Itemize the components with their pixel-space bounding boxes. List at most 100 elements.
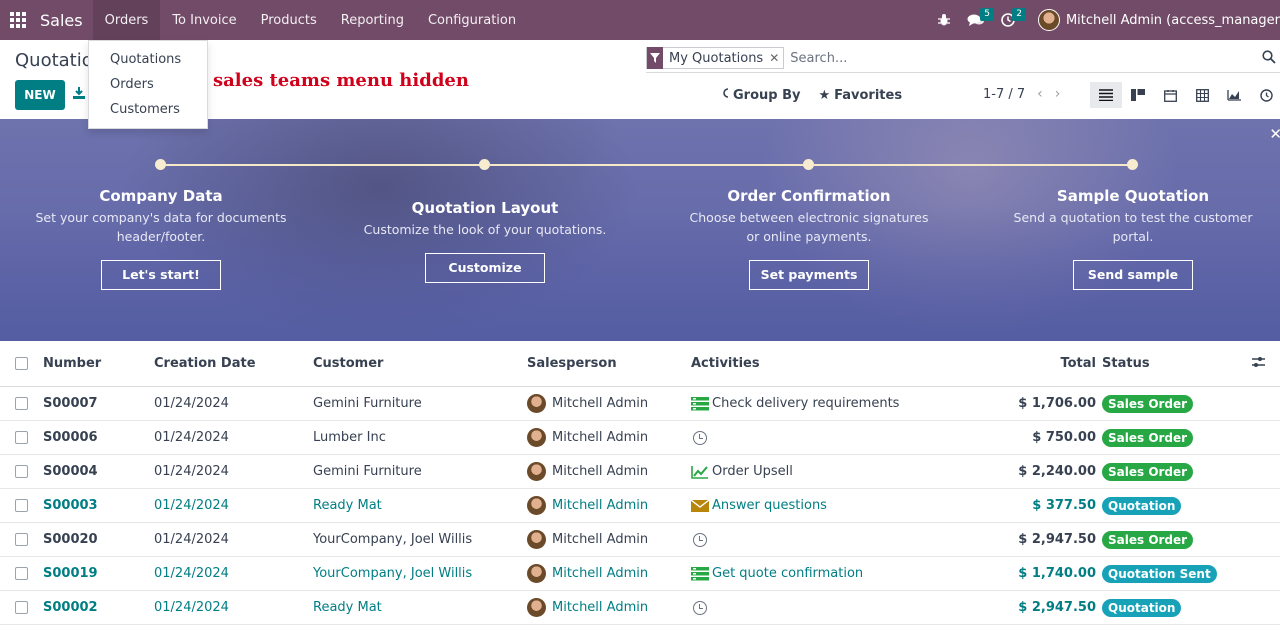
header-status[interactable]: Status	[1102, 356, 1252, 371]
debug-bug-icon[interactable]	[928, 0, 960, 40]
cell-customer: Gemini Furniture	[313, 396, 422, 411]
download-icon[interactable]	[72, 86, 86, 102]
pivot-view-icon[interactable]	[1186, 82, 1218, 108]
cell-activity[interactable]: Answer questions	[691, 498, 941, 513]
customize-button[interactable]: Customize	[425, 253, 545, 283]
header-salesperson[interactable]: Salesperson	[527, 356, 691, 371]
table-row[interactable]: S00020 01/24/2024 YourCompany, Joel Will…	[0, 523, 1280, 557]
search-input[interactable]: Search...	[790, 51, 847, 66]
row-checkbox[interactable]	[15, 431, 28, 444]
table-row[interactable]: S00019 01/24/2024 YourCompany, Joel Will…	[0, 557, 1280, 591]
search-bar: My Quotations ✕ Search...	[646, 44, 1280, 73]
cell-customer: Ready Mat	[313, 600, 382, 615]
pager-next-icon[interactable]: ›	[1055, 86, 1061, 102]
row-checkbox[interactable]	[15, 397, 28, 410]
search-options-row: Group By ★ Favorites	[720, 84, 920, 106]
step-description: Choose between electronic signatures or …	[689, 210, 929, 244]
cell-salesperson: Mitchell Admin	[527, 564, 691, 583]
cell-salesperson: Mitchell Admin	[527, 598, 691, 617]
favorites-button[interactable]: ★ Favorites	[818, 88, 902, 103]
table-row[interactable]: S00007 01/24/2024 Gemini Furniture Mitch…	[0, 387, 1280, 421]
cell-activity[interactable]: Get quote confirmation	[691, 566, 941, 581]
row-checkbox[interactable]	[15, 465, 28, 478]
lets-start-button[interactable]: Let's start!	[101, 260, 221, 290]
menu-orders[interactable]: Orders	[92, 0, 161, 40]
step-dot	[479, 159, 490, 170]
pager-prev-icon[interactable]: ‹	[1037, 86, 1043, 102]
menu-to-invoice[interactable]: To Invoice	[160, 0, 248, 40]
header-creation-date[interactable]: Creation Date	[154, 356, 313, 371]
set-payments-button[interactable]: Set payments	[749, 260, 869, 290]
pager-value[interactable]: 1-7 / 7	[983, 87, 1025, 102]
user-menu[interactable]: Mitchell Admin (access_manager	[1037, 9, 1280, 31]
status-badge: Sales Order	[1102, 394, 1194, 413]
search-facet[interactable]: My Quotations ✕	[646, 47, 785, 69]
send-sample-button[interactable]: Send sample	[1073, 260, 1193, 290]
cell-date: 01/24/2024	[154, 396, 229, 411]
table-row[interactable]: S00006 01/24/2024 Lumber Inc Mitchell Ad…	[0, 421, 1280, 455]
cell-salesperson: Mitchell Admin	[527, 496, 691, 515]
dropdown-item-orders[interactable]: Orders	[89, 72, 207, 97]
apps-menu-icon[interactable]	[0, 0, 36, 40]
header-customer[interactable]: Customer	[313, 356, 527, 371]
group-by-button[interactable]: Group By	[720, 87, 800, 103]
row-checkbox[interactable]	[15, 567, 28, 580]
activities-clock-icon[interactable]: 2	[992, 0, 1026, 40]
status-badge: Quotation	[1102, 598, 1182, 617]
new-button[interactable]: NEW	[15, 80, 65, 110]
activity-view-icon[interactable]	[1250, 82, 1280, 108]
select-all-checkbox[interactable]	[15, 357, 28, 370]
status-badge: Quotation	[1102, 496, 1182, 515]
clock-icon[interactable]	[691, 430, 709, 445]
progress-connector	[166, 164, 480, 166]
header-total[interactable]: Total	[941, 356, 1102, 371]
list-view-icon[interactable]	[1090, 82, 1122, 108]
app-brand[interactable]: Sales	[36, 11, 87, 30]
graph-view-icon[interactable]	[1218, 82, 1250, 108]
messages-icon[interactable]: 5	[960, 0, 994, 40]
kanban-view-icon[interactable]	[1122, 82, 1154, 108]
clock-icon[interactable]	[691, 532, 709, 547]
step-order-confirmation: Order Confirmation Choose between electr…	[679, 187, 939, 290]
cell-activity[interactable]	[691, 600, 941, 615]
header-activities[interactable]: Activities	[691, 356, 941, 371]
close-icon[interactable]: ✕	[1269, 125, 1280, 143]
cell-salesperson: Mitchell Admin	[527, 428, 691, 447]
header-number[interactable]: Number	[43, 356, 154, 371]
table-row[interactable]: S00003 01/24/2024 Ready Mat Mitchell Adm…	[0, 489, 1280, 523]
avatar	[1037, 9, 1060, 31]
dropdown-item-customers[interactable]: Customers	[89, 97, 207, 122]
filter-funnel-icon	[647, 47, 663, 69]
row-checkbox[interactable]	[15, 601, 28, 614]
annotation-text: sales teams menu hidden	[213, 70, 469, 91]
facet-remove-icon[interactable]: ✕	[769, 51, 783, 65]
menu-reporting[interactable]: Reporting	[329, 0, 416, 40]
step-description: Set your company's data for documents he…	[35, 210, 287, 244]
dropdown-item-quotations[interactable]: Quotations	[89, 47, 207, 72]
row-checkbox[interactable]	[15, 533, 28, 546]
menu-products[interactable]: Products	[249, 0, 329, 40]
cell-salesperson: Mitchell Admin	[527, 530, 691, 549]
calendar-view-icon[interactable]	[1154, 82, 1186, 108]
table-row[interactable]: S00004 01/24/2024 Gemini Furniture Mitch…	[0, 455, 1280, 489]
cell-date: 01/24/2024	[154, 532, 229, 547]
todo-icon	[691, 396, 709, 411]
cell-number: S00004	[43, 464, 98, 479]
optional-columns-icon[interactable]	[1252, 356, 1280, 372]
cell-activity[interactable]	[691, 532, 941, 547]
cell-activity[interactable]: Check delivery requirements	[691, 396, 941, 411]
table-row[interactable]: S00002 01/24/2024 Ready Mat Mitchell Adm…	[0, 591, 1280, 625]
cell-customer: Lumber Inc	[313, 430, 386, 445]
menu-configuration[interactable]: Configuration	[416, 0, 528, 40]
cell-total: $ 2,240.00	[1018, 464, 1096, 479]
row-checkbox[interactable]	[15, 499, 28, 512]
cell-date: 01/24/2024	[154, 430, 229, 445]
step-description: Send a quotation to test the customer po…	[1013, 210, 1253, 244]
email-icon	[691, 498, 709, 513]
cell-date: 01/24/2024	[154, 600, 229, 615]
cell-activity[interactable]: Order Upsell	[691, 464, 941, 479]
search-icon[interactable]	[1262, 50, 1278, 66]
cell-activity[interactable]	[691, 430, 941, 445]
avatar	[527, 428, 546, 447]
clock-icon[interactable]	[691, 600, 709, 615]
